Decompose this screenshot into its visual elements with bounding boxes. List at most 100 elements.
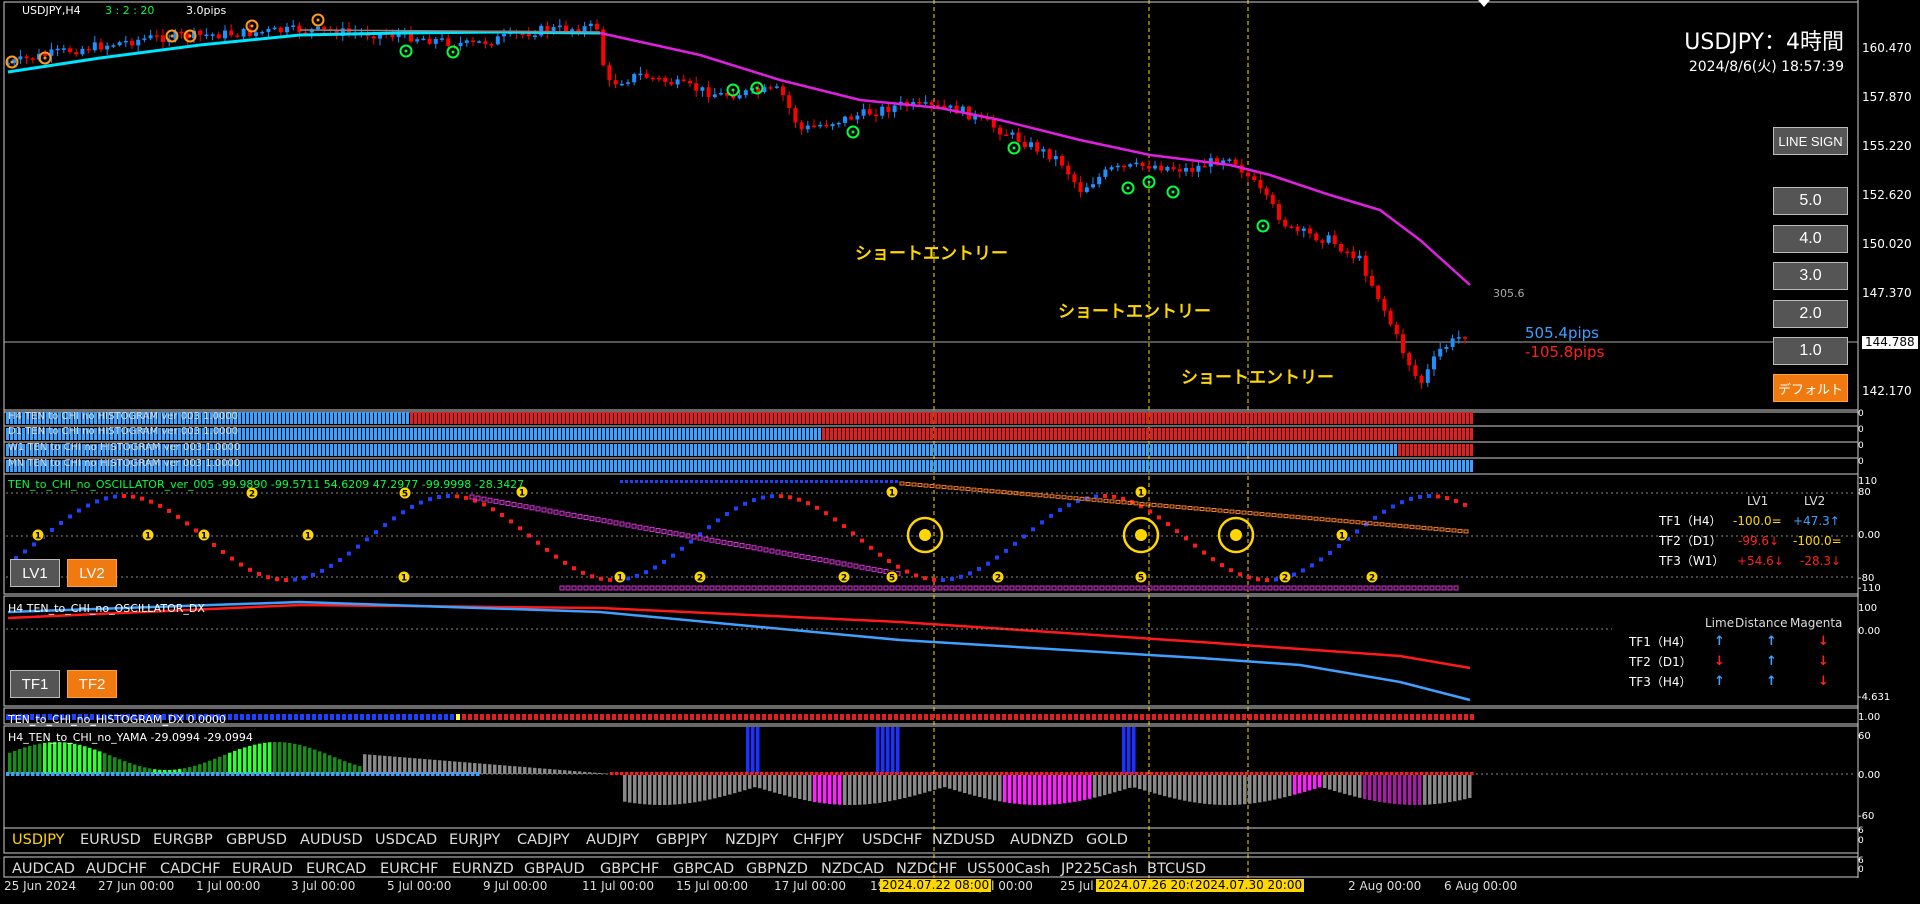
symbol-gbpnzd[interactable]: GBPNZD	[746, 861, 808, 877]
histogram-bar	[1358, 460, 1361, 472]
histogram-bar	[1198, 428, 1201, 440]
symbol-audjpy[interactable]: AUDJPY	[586, 832, 639, 848]
tf1-button[interactable]: TF1	[10, 670, 60, 698]
histogram-bar	[1202, 412, 1205, 424]
histogram-bar	[530, 444, 533, 456]
symbol-gbpusd[interactable]: GBPUSD	[226, 832, 287, 848]
histogram-bar	[846, 428, 849, 440]
histogram-bar	[1346, 428, 1349, 440]
symbol-cadjpy[interactable]: CADJPY	[517, 832, 570, 848]
yama-base-bar	[835, 772, 839, 775]
histogram-bar	[878, 412, 881, 424]
lv2-button[interactable]: LV2	[67, 559, 117, 587]
symbol-gbpaud[interactable]: GBPAUD	[524, 861, 585, 877]
oscillator-lv2-square	[739, 543, 745, 549]
oscillator-lv2-square	[505, 500, 511, 506]
candle-body	[1401, 334, 1405, 354]
histogram-bar	[1226, 428, 1229, 440]
symbol-cadchf[interactable]: CADCHF	[160, 861, 221, 877]
yama-base-bar	[1305, 772, 1309, 775]
symbol-btcusd[interactable]: BTCUSD	[1147, 861, 1206, 877]
yama-base-bar	[1115, 772, 1119, 775]
oscillator-top-square	[775, 480, 778, 483]
histogram-bar	[1442, 428, 1445, 440]
symbol-eurusd[interactable]: EURUSD	[80, 832, 141, 848]
symbol-audchf[interactable]: AUDCHF	[86, 861, 147, 877]
osc-number-signal-text: 1	[35, 532, 41, 542]
line-sign-button[interactable]: LINE SIGN	[1773, 127, 1848, 155]
symbol-us500cash[interactable]: US500Cash	[967, 861, 1050, 877]
symbol-nzdchf[interactable]: NZDCHF	[896, 861, 957, 877]
tf2-button[interactable]: TF2	[67, 670, 117, 698]
histogram-bar	[1182, 460, 1185, 472]
yama-bar	[1428, 775, 1432, 805]
yama-base-bar	[1120, 772, 1124, 775]
histogram-bar	[1234, 428, 1237, 440]
yama-base-bar	[471, 772, 475, 776]
histogram-bar	[1454, 428, 1457, 440]
oscillator-orange-square	[1415, 525, 1421, 530]
symbol-gold[interactable]: GOLD	[1086, 832, 1128, 848]
yama-bar	[378, 755, 382, 774]
symbol-nzdusd[interactable]: NZDUSD	[932, 832, 995, 848]
level-2-button[interactable]: 2.0	[1773, 300, 1848, 328]
symbol-eurgbp[interactable]: EURGBP	[153, 832, 213, 848]
histogram-bar	[1138, 412, 1141, 424]
yama-base-bar	[695, 772, 699, 775]
symbol-eurcad[interactable]: EURCAD	[306, 861, 366, 877]
yama-base-bar	[1325, 772, 1329, 775]
symbol-gbpchf[interactable]: GBPCHF	[600, 861, 659, 877]
level-4-button[interactable]: 4.0	[1773, 225, 1848, 253]
yama-bar	[933, 775, 937, 790]
symbol-usdcad[interactable]: USDCAD	[375, 832, 437, 848]
symbol-euraud[interactable]: EURAUD	[232, 861, 293, 877]
yama-base-bar	[141, 772, 145, 776]
yama-base-bar	[790, 772, 794, 775]
lv1-button[interactable]: LV1	[10, 559, 60, 587]
symbol-gbpcad[interactable]: GBPCAD	[673, 861, 734, 877]
oscillator-lv2-square	[841, 561, 847, 567]
histogram-bar	[1366, 412, 1369, 424]
symbol-eurjpy[interactable]: EURJPY	[449, 832, 500, 848]
symbol-nzdcad[interactable]: NZDCAD	[821, 861, 884, 877]
histogram-dx-cell	[456, 714, 460, 720]
oscillator-lv2-square	[781, 585, 787, 591]
level-3-button[interactable]: 3.0	[1773, 262, 1848, 290]
symbol-audnzd[interactable]: AUDNZD	[1010, 832, 1074, 848]
histogram-bar	[454, 412, 457, 424]
histogram-bar	[1110, 444, 1113, 456]
symbol-gbpjpy[interactable]: GBPJPY	[656, 832, 708, 848]
symbol-chfjpy[interactable]: CHFJPY	[793, 832, 844, 848]
histogram-dx-cell	[960, 714, 964, 720]
symbol-eurchf[interactable]: EURCHF	[380, 861, 439, 877]
oscillator-orange-square	[1265, 512, 1271, 517]
default-button[interactable]: デフォルト	[1773, 374, 1848, 402]
symbol-nzdjpy[interactable]: NZDJPY	[725, 832, 779, 848]
yama-base-bar	[41, 772, 45, 776]
yama-bar	[323, 753, 327, 774]
level-5-button[interactable]: 5.0	[1773, 187, 1848, 215]
oscillator-dot	[1310, 563, 1314, 568]
level-1-button[interactable]: 1.0	[1773, 337, 1848, 365]
symbol-usdjpy[interactable]: USDJPY	[12, 832, 65, 848]
candle-body	[216, 34, 221, 39]
candle-body	[1351, 251, 1356, 259]
histogram-bar	[1374, 444, 1377, 456]
symbol-jp225cash[interactable]: JP225Cash	[1061, 861, 1137, 877]
histogram-bar	[1146, 460, 1149, 472]
symbol-usdchf[interactable]: USDCHF	[862, 832, 922, 848]
histogram-bar	[254, 428, 257, 440]
histogram-bar	[602, 444, 605, 456]
histogram-bar	[914, 412, 917, 424]
histogram-bar	[394, 444, 397, 456]
dx-tf2-lime-arrow: ↓	[1714, 654, 1725, 669]
symbol-eurnzd[interactable]: EURNZD	[452, 861, 514, 877]
symbol-audcad[interactable]: AUDCAD	[12, 861, 75, 877]
histogram-dx-cell	[1266, 714, 1270, 720]
symbol-audusd[interactable]: AUDUSD	[300, 832, 363, 848]
histogram-bar	[1150, 412, 1153, 424]
histogram-bar	[250, 412, 253, 424]
histogram-bar	[674, 444, 677, 456]
oscillator-dot	[1166, 522, 1170, 527]
histogram-bar	[1002, 444, 1005, 456]
